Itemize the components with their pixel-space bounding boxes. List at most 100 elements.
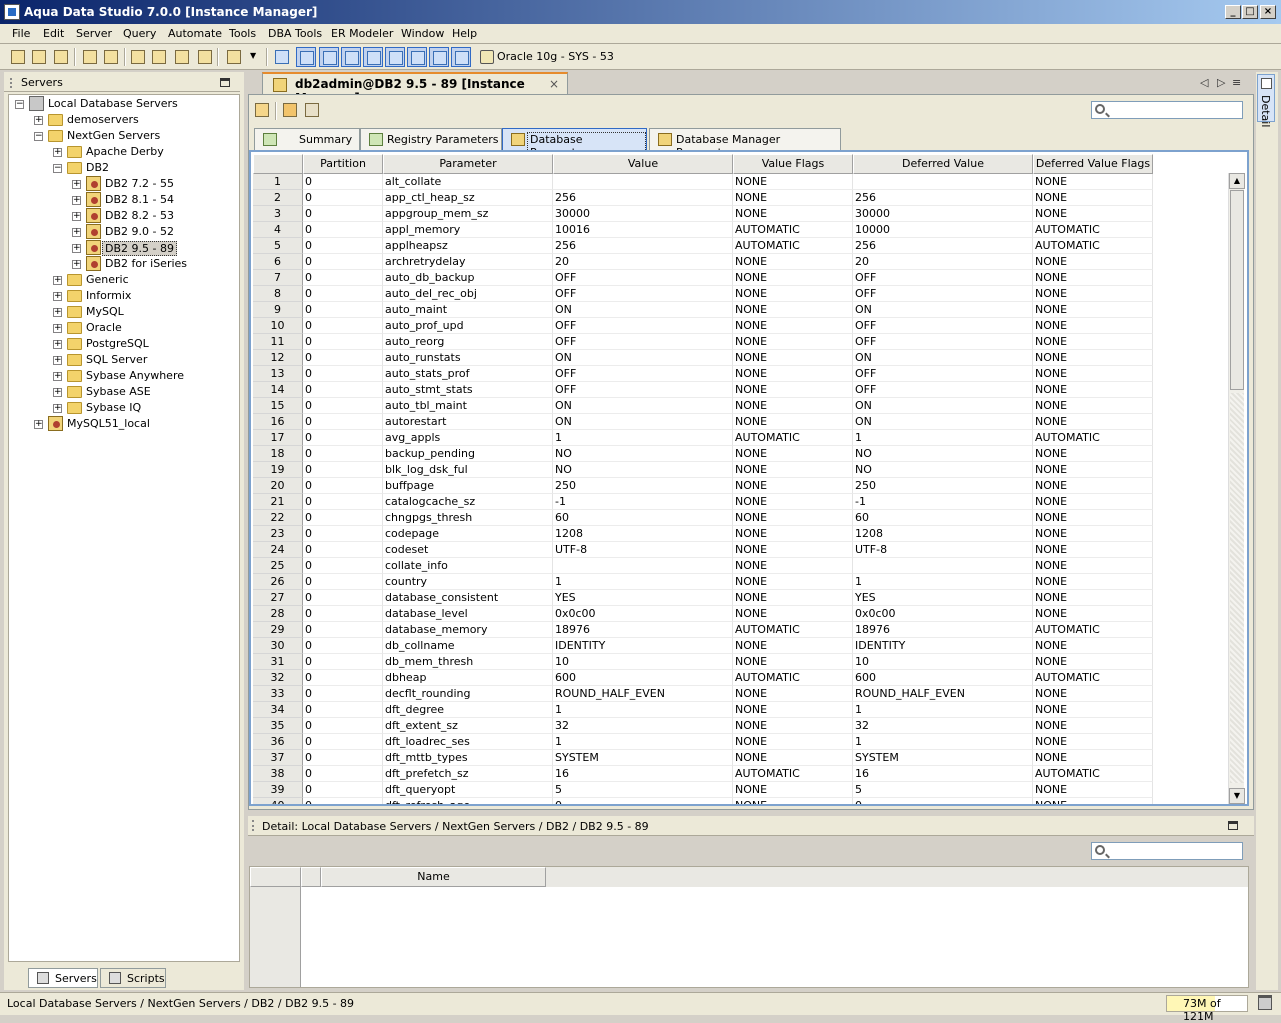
deferred-value-flags-cell[interactable]: NONE bbox=[1033, 734, 1153, 750]
value-flags-cell[interactable]: AUTOMATIC bbox=[733, 222, 853, 238]
deferred-value-cell[interactable]: 60 bbox=[853, 510, 1033, 526]
value-cell[interactable]: 1 bbox=[553, 734, 733, 750]
deferred-value-cell[interactable]: 1 bbox=[853, 430, 1033, 446]
value-flags-cell[interactable]: AUTOMATIC bbox=[733, 238, 853, 254]
partition-cell[interactable]: 0 bbox=[303, 382, 383, 398]
tree-node[interactable]: − Local Database Servers bbox=[9, 96, 239, 112]
dropdown-arrow-icon[interactable]: ▼ bbox=[248, 47, 262, 67]
deferred-value-cell[interactable]: 1 bbox=[853, 734, 1033, 750]
value-flags-cell[interactable]: NONE bbox=[733, 302, 853, 318]
value-flags-cell[interactable]: AUTOMATIC bbox=[733, 430, 853, 446]
expand-icon[interactable]: + bbox=[72, 260, 81, 269]
value-flags-cell[interactable]: NONE bbox=[733, 334, 853, 350]
expand-icon[interactable]: + bbox=[53, 308, 62, 317]
expand-icon[interactable]: + bbox=[53, 356, 62, 365]
parameter-cell[interactable]: auto_stmt_stats bbox=[383, 382, 553, 398]
tab-list-icon[interactable]: ≡ bbox=[1232, 76, 1241, 89]
deferred-value-flags-cell[interactable]: NONE bbox=[1033, 478, 1153, 494]
table-row[interactable]: 29 0 database_memory 18976 AUTOMATIC 18976 AUT… bbox=[253, 622, 1233, 638]
deferred-value-cell[interactable]: OFF bbox=[853, 382, 1033, 398]
partition-cell[interactable]: 0 bbox=[303, 590, 383, 606]
parameter-cell[interactable]: chngpgs_thresh bbox=[383, 510, 553, 526]
expand-icon[interactable]: + bbox=[53, 372, 62, 381]
value-cell[interactable]: SYSTEM bbox=[553, 750, 733, 766]
deferred-value-header[interactable]: Deferred Value bbox=[853, 154, 1033, 174]
table-row[interactable]: 12 0 auto_runstats ON NONE ON NONE bbox=[253, 350, 1233, 366]
value-cell[interactable]: 32 bbox=[553, 718, 733, 734]
compare-icon[interactable] bbox=[195, 47, 215, 67]
menu-automate[interactable]: Automate bbox=[168, 27, 222, 40]
partition-cell[interactable]: 0 bbox=[303, 350, 383, 366]
scroll-thumb[interactable] bbox=[1230, 190, 1244, 390]
deferred-value-flags-cell[interactable]: NONE bbox=[1033, 190, 1153, 206]
deferred-value-cell[interactable]: IDENTITY bbox=[853, 638, 1033, 654]
table-row[interactable]: 39 0 dft_queryopt 5 NONE 5 NONE bbox=[253, 782, 1233, 798]
partition-cell[interactable]: 0 bbox=[303, 686, 383, 702]
table-row[interactable]: 2 0 app_ctl_heap_sz 256 NONE 256 NONE bbox=[253, 190, 1233, 206]
value-flags-cell[interactable]: NONE bbox=[733, 254, 853, 270]
maximize-button[interactable]: □ bbox=[1242, 5, 1258, 19]
partition-cell[interactable]: 0 bbox=[303, 670, 383, 686]
parameter-cell[interactable]: db_mem_thresh bbox=[383, 654, 553, 670]
value-cell[interactable]: NO bbox=[553, 446, 733, 462]
partition-cell[interactable]: 0 bbox=[303, 654, 383, 670]
deferred-value-flags-cell[interactable]: AUTOMATIC bbox=[1033, 670, 1153, 686]
partition-header[interactable]: Partition bbox=[303, 154, 383, 174]
deferred-value-flags-cell[interactable]: NONE bbox=[1033, 366, 1153, 382]
value-flags-cell[interactable]: NONE bbox=[733, 494, 853, 510]
value-flags-cell[interactable]: NONE bbox=[733, 702, 853, 718]
menu-dba-tools[interactable]: DBA Tools bbox=[268, 27, 322, 40]
new-query-icon[interactable] bbox=[29, 47, 49, 67]
tab-database-parameters[interactable]: Database Parameters bbox=[502, 128, 647, 160]
menu-file[interactable]: File bbox=[12, 27, 30, 40]
parameter-cell[interactable]: app_ctl_heap_sz bbox=[383, 190, 553, 206]
properties-icon[interactable] bbox=[101, 47, 121, 67]
collapse-icon[interactable]: − bbox=[34, 132, 43, 141]
parameter-cell[interactable]: dbheap bbox=[383, 670, 553, 686]
table-row[interactable]: 9 0 auto_maint ON NONE ON NONE bbox=[253, 302, 1233, 318]
parameter-cell[interactable]: applheapsz bbox=[383, 238, 553, 254]
deferred-value-cell[interactable]: 18976 bbox=[853, 622, 1033, 638]
partition-cell[interactable]: 0 bbox=[303, 606, 383, 622]
value-flags-cell[interactable]: NONE bbox=[733, 398, 853, 414]
deferred-value-cell[interactable]: 1208 bbox=[853, 526, 1033, 542]
parameter-cell[interactable]: auto_runstats bbox=[383, 350, 553, 366]
table-row[interactable]: 15 0 auto_tbl_maint ON NONE ON NONE bbox=[253, 398, 1233, 414]
value-flags-cell[interactable]: NONE bbox=[733, 798, 853, 804]
partition-cell[interactable]: 0 bbox=[303, 702, 383, 718]
value-cell[interactable]: 600 bbox=[553, 670, 733, 686]
deferred-value-cell[interactable]: 256 bbox=[853, 238, 1033, 254]
table-row[interactable]: 13 0 auto_stats_prof OFF NONE OFF NONE bbox=[253, 366, 1233, 382]
deferred-value-flags-cell[interactable]: NONE bbox=[1033, 526, 1153, 542]
parameter-cell[interactable]: collate_info bbox=[383, 558, 553, 574]
partition-cell[interactable]: 0 bbox=[303, 766, 383, 782]
value-cell[interactable]: 1 bbox=[553, 574, 733, 590]
menu-window[interactable]: Window bbox=[401, 27, 444, 40]
deferred-value-flags-cell[interactable]: NONE bbox=[1033, 382, 1153, 398]
parameter-cell[interactable]: buffpage bbox=[383, 478, 553, 494]
parameter-cell[interactable]: auto_tbl_maint bbox=[383, 398, 553, 414]
parameter-cell[interactable]: dft_loadrec_ses bbox=[383, 734, 553, 750]
value-flags-cell[interactable]: NONE bbox=[733, 462, 853, 478]
value-flags-cell[interactable]: NONE bbox=[733, 590, 853, 606]
value-cell[interactable]: UTF-8 bbox=[553, 542, 733, 558]
partition-cell[interactable]: 0 bbox=[303, 734, 383, 750]
value-cell[interactable]: OFF bbox=[553, 270, 733, 286]
table-row[interactable]: 17 0 avg_appls 1 AUTOMATIC 1 AUTOMATIC bbox=[253, 430, 1233, 446]
deferred-value-flags-cell[interactable]: NONE bbox=[1033, 206, 1153, 222]
deferred-value-flags-cell[interactable]: NONE bbox=[1033, 558, 1153, 574]
deferred-value-flags-cell[interactable]: NONE bbox=[1033, 798, 1153, 804]
table-row[interactable]: 8 0 auto_del_rec_obj OFF NONE OFF NONE bbox=[253, 286, 1233, 302]
deferred-value-flags-cell[interactable]: NONE bbox=[1033, 750, 1153, 766]
parameter-cell[interactable]: db_collname bbox=[383, 638, 553, 654]
deferred-value-cell[interactable]: 32 bbox=[853, 718, 1033, 734]
expand-icon[interactable]: + bbox=[34, 420, 43, 429]
deferred-value-flags-cell[interactable]: NONE bbox=[1033, 606, 1153, 622]
parameter-cell[interactable]: auto_reorg bbox=[383, 334, 553, 350]
tree-node[interactable]: + Oracle bbox=[9, 320, 239, 336]
menu-edit[interactable]: Edit bbox=[43, 27, 64, 40]
parameter-cell[interactable]: decflt_rounding bbox=[383, 686, 553, 702]
expand-icon[interactable]: + bbox=[53, 276, 62, 285]
deferred-value-flags-cell[interactable]: NONE bbox=[1033, 414, 1153, 430]
deferred-value-cell[interactable] bbox=[853, 558, 1033, 574]
